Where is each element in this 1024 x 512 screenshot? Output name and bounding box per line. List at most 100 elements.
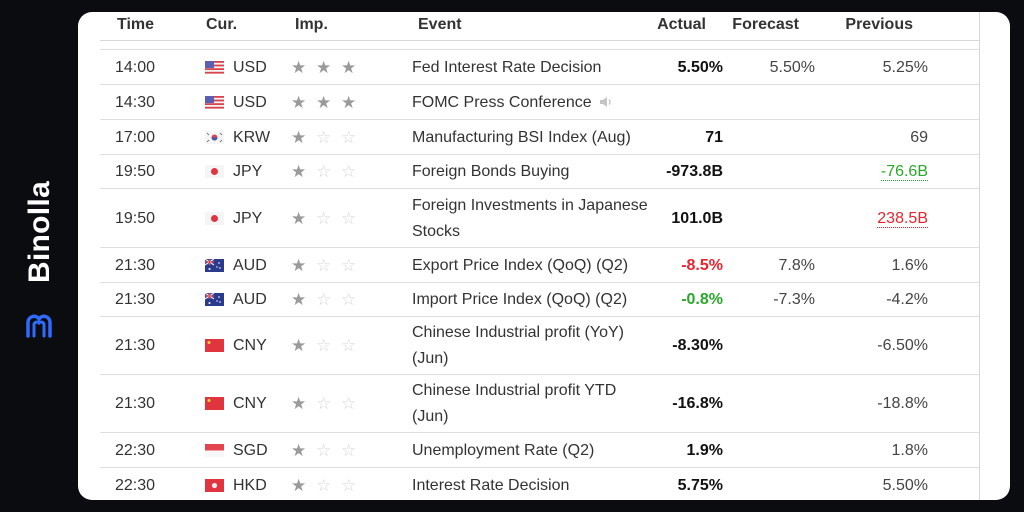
importance-stars: ★ ☆ ☆ [291, 336, 361, 355]
row-time: 21:30 [115, 256, 156, 274]
row-event[interactable]: Chinese Industrial profit (YoY) (Jun) [412, 320, 652, 372]
star-filled-icon: ★ [341, 92, 357, 112]
flag-cn-icon [205, 397, 224, 410]
row-currency: JPY [233, 209, 263, 227]
row-time: 22:30 [115, 476, 156, 494]
flag-us-icon [205, 60, 224, 74]
header-actual[interactable]: Actual [657, 16, 706, 34]
star-empty-icon: ☆ [316, 440, 332, 460]
event-name[interactable]: Fed Interest Rate Decision [412, 59, 601, 76]
star-filled-icon: ★ [291, 92, 307, 112]
row-actual: -8.30% [672, 337, 723, 354]
star-empty-icon: ☆ [316, 162, 332, 181]
star-filled-icon: ★ [316, 92, 332, 112]
table-row[interactable]: 21:30 AUD ★ ☆ ☆ Import Price Index (QoQ) (Q2)… [100, 282, 979, 317]
star-filled-icon: ★ [341, 57, 357, 77]
row-event[interactable]: Import Price Index (QoQ) (Q2) [412, 287, 652, 313]
row-previous[interactable]: -76.6B [880, 159, 928, 185]
row-actual: 5.50% [677, 58, 723, 76]
star-empty-icon: ☆ [316, 394, 332, 413]
event-name[interactable]: Chinese Industrial profit (YoY) (Jun) [412, 324, 624, 367]
star-filled-icon: ★ [291, 208, 307, 228]
table-row[interactable]: 21:30 CNY ★ ☆ ☆ Chinese Industrial profit (Yo… [100, 316, 979, 375]
row-event[interactable]: Unemployment Rate (Q2) [412, 438, 652, 464]
row-currency: JPY [233, 163, 263, 180]
star-filled-icon: ★ [291, 255, 307, 275]
row-time: 19:50 [115, 163, 156, 180]
event-name[interactable]: Foreign Bonds Buying [412, 163, 569, 180]
table-row[interactable]: 14:00 USD ★ ★ ★ Fed Interest Rate Decision 5.5… [100, 49, 979, 85]
table-row[interactable]: 21:30 AUD ★ ☆ ☆ Export Price Index (QoQ) (Q2)… [100, 247, 979, 283]
previous-value: -4.2% [886, 291, 928, 308]
previous-value: -18.8% [877, 395, 928, 412]
star-empty-icon: ☆ [316, 290, 332, 309]
row-previous: 69 [910, 125, 928, 151]
event-name[interactable]: Export Price Index (QoQ) (Q2) [412, 257, 628, 274]
table-row[interactable]: 21:30 CNY ★ ☆ ☆ Chinese Industrial profit YTD… [100, 374, 979, 433]
star-empty-icon: ☆ [341, 475, 357, 495]
row-time: 21:30 [115, 337, 156, 354]
row-previous: -4.2% [886, 287, 928, 313]
table-row[interactable]: 22:30 HKD ★ ☆ ☆ Interest Rate Decision 5.75% 5.… [100, 467, 979, 500]
flag-hk-icon [205, 478, 224, 492]
event-name[interactable]: Interest Rate Decision [412, 477, 569, 494]
event-name[interactable]: Chinese Industrial profit YTD (Jun) [412, 382, 616, 425]
star-empty-icon: ☆ [316, 336, 332, 355]
row-event[interactable]: Export Price Index (QoQ) (Q2) [412, 253, 652, 279]
flag-jp-icon [205, 165, 224, 178]
row-currency: USD [233, 93, 267, 111]
row-event[interactable]: FOMC Press Conference [412, 90, 652, 116]
table-header: Time Cur. Imp. Event Actual Forecast Pre… [78, 12, 979, 48]
table-row[interactable]: 14:30 USD ★ ★ ★ FOMC Press Conference [100, 84, 979, 120]
row-actual: 71 [705, 128, 723, 146]
row-currency: CNY [233, 337, 267, 354]
header-previous[interactable]: Previous [845, 16, 913, 34]
row-event[interactable]: Foreign Bonds Buying [412, 159, 652, 185]
header-event[interactable]: Event [418, 16, 462, 34]
previous-value: 69 [910, 128, 928, 146]
star-empty-icon: ☆ [341, 208, 357, 228]
event-name[interactable]: FOMC Press Conference [412, 94, 592, 111]
header-currency[interactable]: Cur. [206, 16, 237, 34]
table-row[interactable]: 22:30 SGD ★ ☆ ☆ Unemployment Rate (Q2) 1.9% 1.8… [100, 432, 979, 468]
scrollbar-track[interactable] [979, 12, 980, 500]
binolla-logo-icon [26, 314, 52, 338]
table-row[interactable]: 17:00 KRW ★ ☆ ☆ Manufacturing BSI Index (Aug)… [100, 119, 979, 155]
row-currency: KRW [233, 128, 271, 146]
table-row[interactable]: 19:50 JPY ★ ☆ ☆ Foreign Investments in Japane… [100, 188, 979, 248]
row-currency: HKD [233, 476, 267, 494]
flag-au-icon [204, 292, 224, 306]
row-event[interactable]: Foreign Investments in Japanese Stocks [412, 193, 652, 245]
row-event[interactable]: Chinese Industrial profit YTD (Jun) [412, 378, 652, 430]
row-actual: -0.8% [681, 291, 723, 308]
importance-stars: ★ ☆ ☆ [291, 394, 361, 413]
importance-stars: ★ ☆ ☆ [291, 208, 361, 228]
row-event[interactable]: Interest Rate Decision [412, 473, 652, 499]
star-empty-icon: ☆ [316, 127, 332, 147]
row-actual: -973.8B [666, 163, 723, 180]
row-previous: 1.8% [892, 438, 928, 464]
row-previous: 1.6% [892, 253, 928, 279]
event-name[interactable]: Manufacturing BSI Index (Aug) [412, 129, 631, 146]
importance-stars: ★ ☆ ☆ [291, 162, 361, 181]
row-previous[interactable]: 238.5B [877, 206, 928, 232]
row-event[interactable]: Fed Interest Rate Decision [412, 55, 652, 81]
brand-name: Binolla [23, 180, 56, 284]
row-event[interactable]: Manufacturing BSI Index (Aug) [412, 125, 652, 151]
importance-stars: ★ ☆ ☆ [291, 290, 361, 309]
header-time[interactable]: Time [117, 16, 154, 34]
header-forecast[interactable]: Forecast [732, 16, 799, 34]
header-importance[interactable]: Imp. [295, 16, 328, 34]
row-time: 14:00 [115, 58, 156, 76]
star-empty-icon: ☆ [341, 290, 357, 309]
star-empty-icon: ☆ [316, 208, 332, 228]
event-name[interactable]: Unemployment Rate (Q2) [412, 442, 594, 459]
event-name[interactable]: Foreign Investments in Japanese Stocks [412, 197, 648, 240]
speaker-icon[interactable] [592, 94, 614, 111]
row-forecast: 7.8% [778, 256, 815, 274]
star-filled-icon: ★ [291, 440, 307, 460]
event-name[interactable]: Import Price Index (QoQ) (Q2) [412, 291, 627, 308]
table-row[interactable]: 19:50 JPY ★ ☆ ☆ Foreign Bonds Buying -973.8B -7… [100, 154, 979, 189]
previous-value: 1.8% [891, 441, 928, 459]
row-time: 22:30 [115, 441, 156, 459]
